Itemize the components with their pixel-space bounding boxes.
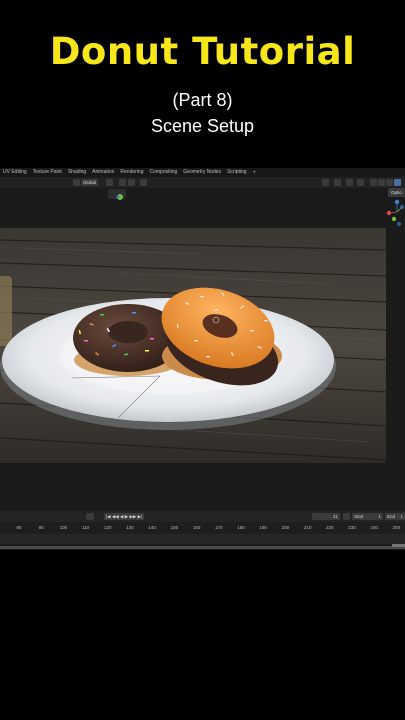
timeline-tick-label: 210	[303, 525, 312, 530]
timeline-tick-label: 140	[148, 525, 156, 530]
end-label: End	[387, 514, 396, 519]
timeline-scrollbar-thumb[interactable]	[392, 544, 405, 547]
navigation-gizmo[interactable]	[386, 198, 405, 228]
transform-pivot-icon[interactable]	[73, 179, 80, 186]
current-frame-field[interactable]: 31	[312, 513, 340, 520]
timeline-tick-label: 200	[281, 525, 290, 530]
timeline-tick-label: 230	[348, 525, 356, 530]
timeline-tick-label: 110	[82, 525, 90, 530]
timeline-tick-label: 120	[104, 525, 112, 530]
viewport-top-area	[0, 188, 405, 226]
xray-toggle-icon[interactable]	[357, 179, 364, 186]
timeline-scrollbar[interactable]	[0, 546, 405, 549]
start-label: Start	[354, 514, 364, 519]
start-value: 1	[378, 514, 381, 519]
tab-rendering[interactable]: Rendering	[117, 168, 146, 177]
tab-geometry-nodes[interactable]: Geometry Nodes	[180, 168, 224, 177]
timeline-header: |◀ ◀◀ ◀ ▶ ▶▶ ▶| 31 Start 1 End 1	[0, 511, 405, 522]
options-button[interactable]: Optio	[388, 188, 405, 197]
video-title: Donut Tutorial	[49, 30, 356, 73]
gizmo-z-neg-icon[interactable]	[397, 222, 401, 226]
timeline-tick-label: 180	[237, 525, 245, 530]
gizmo-z-icon[interactable]	[394, 199, 400, 205]
gizmo-toggle-icon[interactable]	[334, 179, 341, 186]
timeline-tick-label: 250	[392, 525, 401, 530]
overlay-toggle-icon[interactable]	[346, 179, 353, 186]
shading-material-icon[interactable]	[386, 179, 393, 186]
timeline-ruler[interactable]: 80 90 100 110 120 130 140 150 160 170 180 190 200 210…	[0, 522, 405, 534]
video-subtitle-topic: Scene Setup	[150, 116, 255, 136]
start-frame-field[interactable]: Start 1	[352, 513, 383, 520]
clock-icon[interactable]	[343, 513, 350, 520]
snapping-chip[interactable]	[108, 189, 126, 200]
shading-solid-icon[interactable]	[378, 179, 385, 186]
end-value: 1	[400, 514, 403, 519]
timeline-tick-label: 170	[215, 525, 223, 530]
timeline-tick-label: 100	[59, 525, 68, 530]
video-subtitle-part: (Part 8)	[172, 90, 233, 110]
tab-texture-paint[interactable]: Texture Paint	[30, 168, 65, 177]
keying-toggle-icon[interactable]	[86, 513, 94, 520]
timeline-tick-label: 90	[38, 525, 44, 530]
proportional-falloff-icon[interactable]	[140, 179, 147, 186]
snap-icon[interactable]	[106, 179, 113, 186]
workspace-tabs: UV Editing Texture Paint Shading Animati…	[0, 168, 405, 177]
viewport-side-strip	[386, 228, 405, 463]
playback-controls[interactable]: |◀ ◀◀ ◀ ▶ ▶▶ ▶|	[104, 513, 145, 520]
shading-rendered-icon[interactable]	[394, 179, 401, 186]
tab-shading[interactable]: Shading	[65, 168, 89, 177]
render-viewport[interactable]	[0, 228, 386, 463]
view-object-types-icon[interactable]	[322, 179, 329, 186]
timeline-tick-label: 150	[170, 525, 179, 530]
proportional-edit-icon[interactable]	[119, 179, 126, 186]
tab-animation[interactable]: Animation	[89, 168, 117, 177]
viewport-bottom-area	[0, 463, 405, 511]
end-frame-field[interactable]: End 1	[385, 513, 405, 520]
timeline-track[interactable]	[0, 534, 405, 544]
donut-scene-render	[0, 228, 386, 463]
tab-uv-editing[interactable]: UV Editing	[0, 168, 30, 177]
viewport-header: Global	[0, 177, 405, 188]
timeline-tick-label: 240	[370, 525, 378, 530]
tab-compositing[interactable]: Compositing	[146, 168, 180, 177]
timeline-tick-label: 190	[259, 525, 267, 530]
add-workspace-button[interactable]: +	[250, 170, 260, 176]
timeline-tick-label: 160	[192, 525, 201, 530]
gizmo-y-neg-icon[interactable]	[399, 204, 405, 210]
snap-magnet-icon	[116, 194, 123, 200]
snap-target-icon[interactable]	[128, 179, 135, 186]
orientation-dropdown[interactable]: Global	[81, 179, 99, 186]
shading-wireframe-icon[interactable]	[370, 179, 377, 186]
timeline-tick-label: 220	[326, 525, 334, 530]
gizmo-x-icon[interactable]	[386, 210, 392, 216]
gizmo-y-icon[interactable]	[391, 216, 397, 222]
timeline-tick-label: 130	[126, 525, 134, 530]
blender-window: UV Editing Texture Paint Shading Animati…	[0, 168, 405, 550]
tab-scripting[interactable]: Scripting	[224, 168, 249, 177]
timeline-tick-label: 80	[16, 525, 22, 530]
